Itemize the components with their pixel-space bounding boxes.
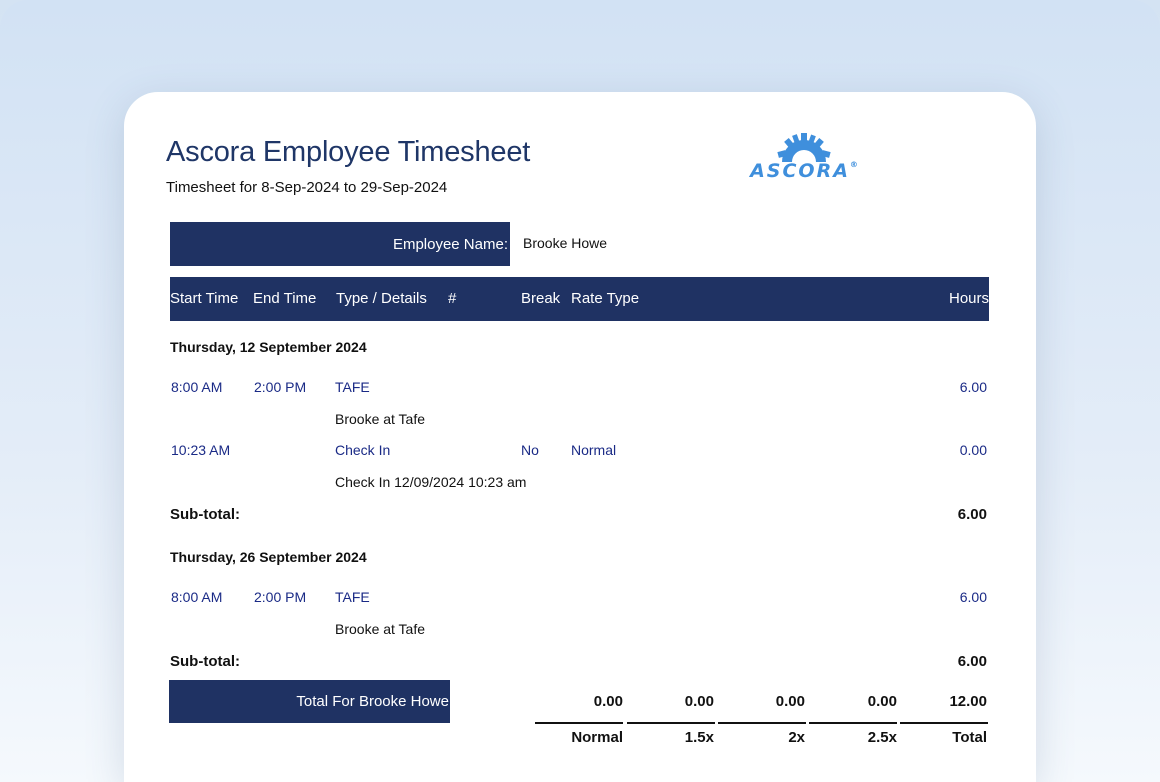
entry-start: 8:00 AM [171,379,223,395]
table-header: Start Time End Time Type / Details # Bre… [170,277,989,321]
day-heading: Thursday, 12 September 2024 [170,339,367,355]
rate-header-2x: 2x [788,729,805,746]
total-2-5x: 0.00 [867,693,897,710]
employee-name-label: Employee Name: [170,222,510,266]
logo-wordmark: ASCORA® [750,160,858,182]
divider [809,722,897,724]
col-number: # [448,290,457,307]
employee-name-value: Brooke Howe [523,235,608,251]
subtotal-value: 6.00 [957,653,987,670]
col-hours: Hours [948,290,989,307]
total-2x: 0.00 [775,693,805,710]
entry-detail: Check In 12/09/2024 10:23 am [335,474,527,490]
col-end-time: End Time [253,290,317,307]
entry-break: No [521,442,539,458]
entry-rate-type: Normal [571,442,617,458]
subtotal-label: Sub-total: [170,506,240,523]
entry-type: TAFE [335,589,370,605]
entry-start: 10:23 AM [171,442,231,458]
rate-header-normal: Normal [571,729,623,746]
col-start-time: Start Time [170,290,239,307]
entry-start: 8:00 AM [171,589,223,605]
col-rate-type: Rate Type [571,290,640,307]
total-all: 12.00 [949,693,987,710]
entry-hours: 6.00 [959,589,987,605]
total-1-5x: 0.00 [684,693,714,710]
entry-detail: Brooke at Tafe [335,411,426,427]
subtotal-label: Sub-total: [170,653,240,670]
document-title: Ascora Employee Timesheet [166,136,531,168]
rate-header-2-5x: 2.5x [867,729,897,746]
total-normal: 0.00 [593,693,623,710]
day-heading: Thursday, 26 September 2024 [170,549,367,565]
entry-hours: 6.00 [959,379,987,395]
timesheet-document: Ascora Employee Timesheet Timesheet for … [124,92,1036,782]
entry-type: Check In [335,442,391,458]
entry-hours: 0.00 [959,442,987,458]
rate-header-1-5x: 1.5x [684,729,714,746]
col-type-details: Type / Details [336,290,427,307]
entry-type: TAFE [335,379,370,395]
gear-icon [777,133,831,162]
rate-header-total: Total [952,729,987,746]
divider [535,722,623,724]
entry-end: 2:00 PM [254,379,307,395]
document-subtitle: Timesheet for 8-Sep-2024 to 29-Sep-2024 [166,179,448,196]
subtotal-value: 6.00 [957,506,987,523]
entry-end: 2:00 PM [254,589,307,605]
ascora-logo: ASCORA® [744,132,864,182]
divider [718,722,806,724]
total-label: Total For Brooke Howe [169,680,450,723]
col-break: Break [521,290,561,307]
entry-detail: Brooke at Tafe [335,621,426,637]
divider [627,722,715,724]
divider [900,722,988,724]
